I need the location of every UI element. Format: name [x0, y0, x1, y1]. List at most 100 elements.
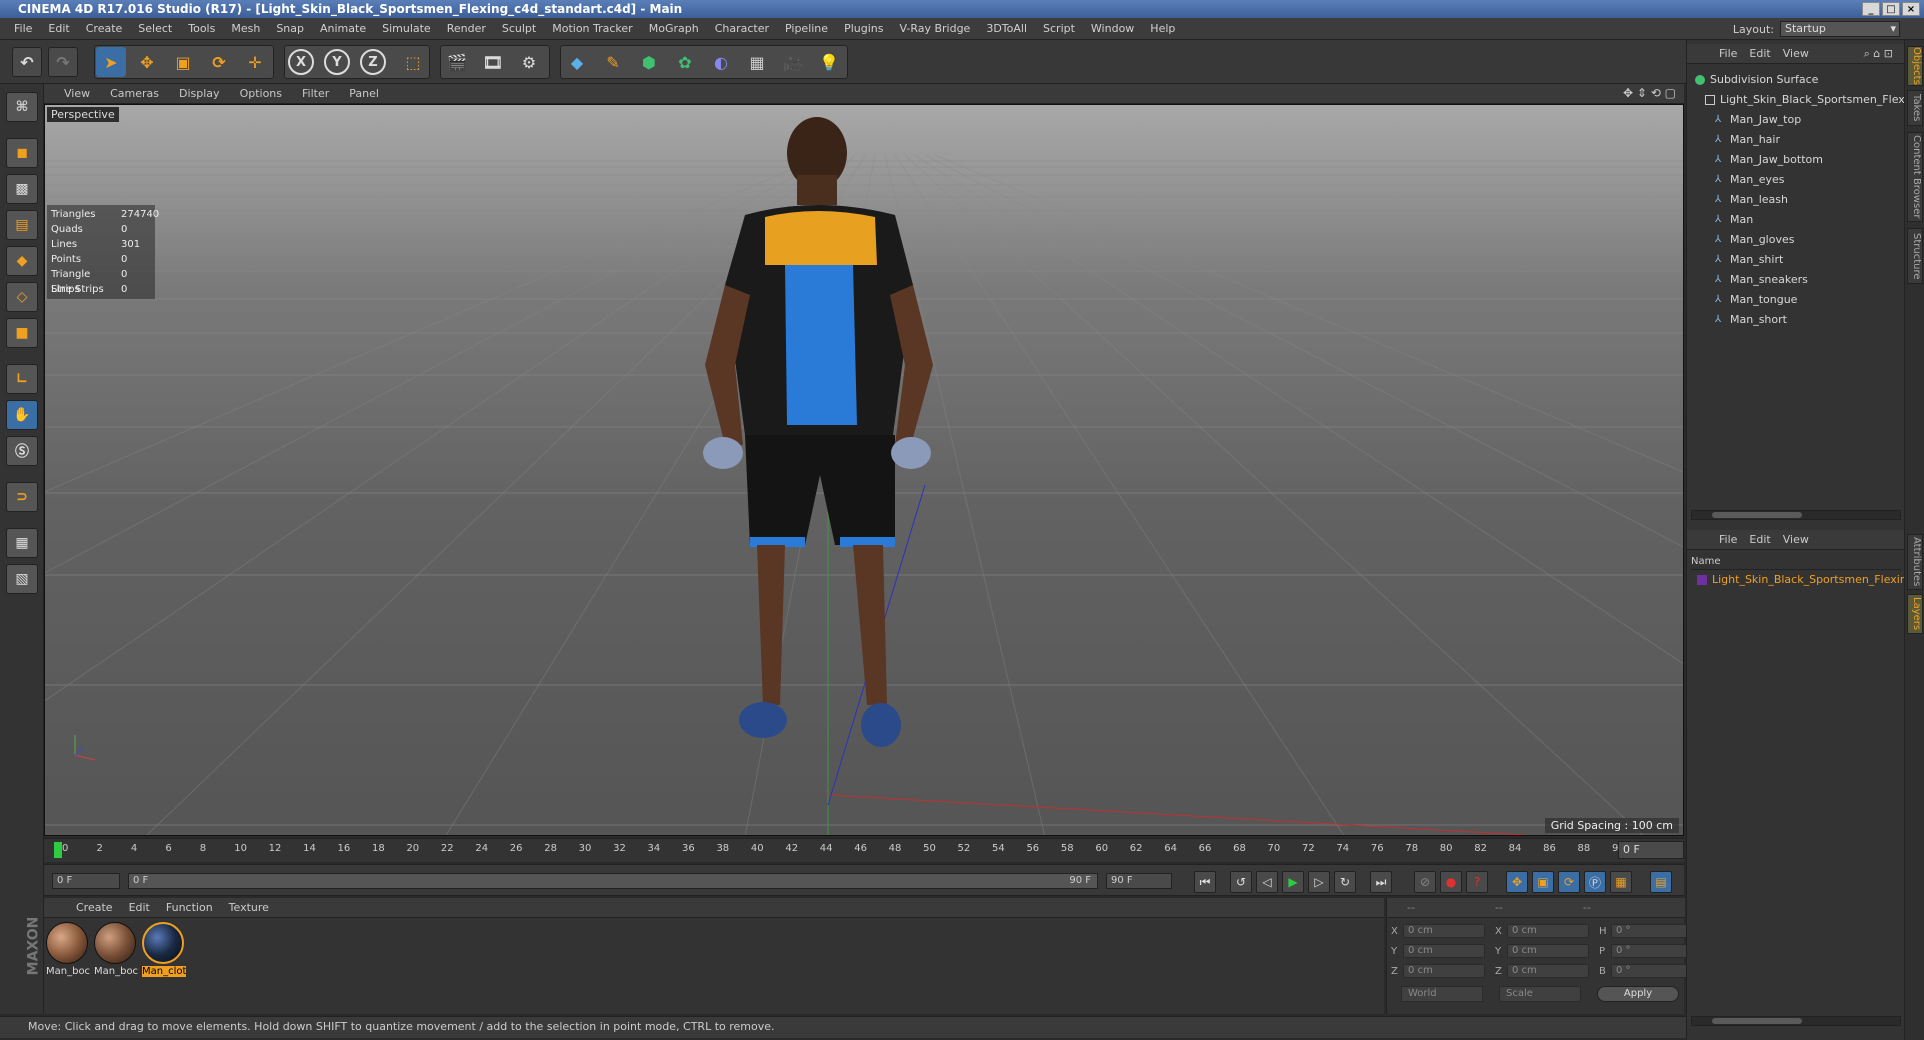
search-icon[interactable]: ⌕ ⌂ ⊡ [1864, 47, 1893, 61]
snapping-icon[interactable]: Ⓢ [6, 436, 38, 466]
menu-3dtoall[interactable]: 3DToAll [978, 22, 1035, 35]
tree-item[interactable]: ⅄ Man_sneakers [1715, 270, 1808, 289]
go-to-end-icon[interactable]: ⏭ [1370, 871, 1392, 893]
render-settings-icon[interactable]: ⚙ [514, 47, 544, 77]
size-y-field[interactable]: 0 cm [1507, 944, 1589, 958]
render-view-icon[interactable]: 🎬 [442, 47, 472, 77]
objects-menu-view[interactable]: View [1777, 47, 1815, 60]
menu-window[interactable]: Window [1083, 22, 1142, 35]
menu-snap[interactable]: Snap [268, 22, 312, 35]
tab-objects[interactable]: Objects [1907, 46, 1923, 86]
tree-item[interactable]: ⅄ Man_short [1715, 310, 1787, 329]
coordinate-system-icon[interactable]: ⬚ [398, 47, 428, 77]
workplane-align-icon[interactable]: ▧ [6, 564, 38, 594]
tree-item-subdivision[interactable]: Subdivision Surface [1695, 70, 1818, 89]
subdivision-icon[interactable]: ⬢ [634, 47, 664, 77]
tree-item[interactable]: ⅄ Man [1715, 210, 1753, 229]
menu-help[interactable]: Help [1142, 22, 1183, 35]
size-z-field[interactable]: 0 cm [1507, 964, 1589, 978]
render-picture-viewer-icon[interactable]: 🎞 [478, 47, 508, 77]
maximize-button[interactable]: □ [1882, 2, 1900, 16]
material-menu-function[interactable]: Function [158, 901, 221, 914]
start-frame-field[interactable]: 0 F [52, 873, 120, 889]
key-position-icon[interactable]: ✥ [1506, 871, 1528, 893]
tree-item[interactable]: ⅄ Man_tongue [1715, 290, 1797, 309]
position-y-field[interactable]: 0 cm [1403, 944, 1485, 958]
viewport-nav-icons[interactable]: ✥ ⇕ ⟲ ▢ [1623, 86, 1676, 100]
next-key-icon[interactable]: ↻ [1334, 871, 1356, 893]
frame-range-slider[interactable]: 0 F 90 F [128, 873, 1098, 889]
rotation-h-field[interactable]: 0 ° [1611, 924, 1693, 938]
menu-pipeline[interactable]: Pipeline [777, 22, 836, 35]
menu-script[interactable]: Script [1035, 22, 1083, 35]
tree-item[interactable]: ⅄ Man_Jaw_top [1715, 110, 1801, 129]
axis-x-button[interactable]: X [288, 49, 314, 75]
previous-frame-icon[interactable]: ◁ [1256, 871, 1278, 893]
undo-icon[interactable]: ↶ [12, 47, 42, 77]
key-pla-icon[interactable]: ▦ [1610, 871, 1632, 893]
menu-edit[interactable]: Edit [40, 22, 77, 35]
tab-structure[interactable]: Structure [1907, 228, 1923, 284]
viewport-menu-panel[interactable]: Panel [339, 87, 389, 100]
menu-file[interactable]: File [6, 22, 40, 35]
playhead-marker[interactable] [54, 842, 62, 858]
coordinate-space-dropdown[interactable]: World [1401, 986, 1483, 1002]
menu-character[interactable]: Character [707, 22, 777, 35]
tree-item[interactable]: ⅄ Man_hair [1715, 130, 1780, 149]
key-rotation-icon[interactable]: ⟳ [1558, 871, 1580, 893]
pen-spline-icon[interactable]: ✎ [598, 47, 628, 77]
object-manager-scrollbar[interactable] [1691, 510, 1901, 520]
tree-item[interactable]: ⅄ Man_gloves [1715, 230, 1794, 249]
workplane-mode-icon[interactable]: ▤ [6, 210, 38, 240]
key-scale-icon[interactable]: ▣ [1532, 871, 1554, 893]
move-icon[interactable]: ✥ [132, 47, 162, 77]
material-swatch[interactable]: Man_boc [46, 922, 90, 977]
cube-icon[interactable]: ◆ [562, 47, 592, 77]
end-frame-field[interactable]: 90 F [1106, 873, 1172, 889]
menu-plugins[interactable]: Plugins [836, 22, 891, 35]
redo-icon[interactable]: ↷ [48, 47, 78, 77]
viewport-menu-view[interactable]: View [54, 87, 100, 100]
motion-record-icon[interactable]: ⊘ [1414, 871, 1436, 893]
size-x-field[interactable]: 0 cm [1507, 924, 1589, 938]
menu-tools[interactable]: Tools [180, 22, 223, 35]
tree-item-group[interactable]: Light_Skin_Black_Sportsmen_Flexin [1705, 90, 1915, 109]
menu-simulate[interactable]: Simulate [374, 22, 439, 35]
tab-content-browser[interactable]: Content Browser [1907, 132, 1923, 222]
tree-item[interactable]: ⅄ Man_eyes [1715, 170, 1784, 189]
menu-animate[interactable]: Animate [312, 22, 374, 35]
workplane-lock-icon[interactable]: ▦ [6, 528, 38, 558]
objects-menu-file[interactable]: File [1713, 47, 1743, 60]
rotation-b-field[interactable]: 0 ° [1611, 964, 1693, 978]
material-swatch-selected[interactable]: Man_clot [142, 922, 186, 977]
model-mode-icon[interactable]: ◼ [6, 138, 38, 168]
texture-mode-icon[interactable]: ▩ [6, 174, 38, 204]
size-mode-dropdown[interactable]: Scale [1499, 986, 1581, 1002]
menu-select[interactable]: Select [130, 22, 180, 35]
play-icon[interactable]: ▶ [1282, 871, 1304, 893]
magnet-icon[interactable]: ⊃ [6, 482, 38, 512]
layer-manager-scrollbar[interactable] [1691, 1016, 1901, 1026]
rotation-p-field[interactable]: 0 ° [1611, 944, 1693, 958]
axis-mode-icon[interactable]: ∟ [6, 364, 38, 394]
autokey-icon[interactable]: ? [1466, 871, 1488, 893]
layer-item[interactable]: Light_Skin_Black_Sportsmen_Flexing [1697, 570, 1914, 589]
current-frame-field[interactable]: 0 F [1618, 841, 1684, 859]
layout-dropdown[interactable]: Startup ▾ [1780, 21, 1900, 37]
polygons-mode-icon[interactable]: ■ [6, 318, 38, 348]
minimize-button[interactable]: _ [1862, 2, 1880, 16]
viewport-menu-filter[interactable]: Filter [292, 87, 339, 100]
tab-layers[interactable]: Layers [1907, 594, 1923, 634]
menu-render[interactable]: Render [439, 22, 494, 35]
edges-mode-icon[interactable]: ◇ [6, 282, 38, 312]
select-arrow-icon[interactable]: ➤ [96, 47, 126, 77]
light-icon[interactable]: 💡 [814, 47, 844, 77]
previous-key-icon[interactable]: ↺ [1230, 871, 1252, 893]
material-menu-create[interactable]: Create [68, 901, 121, 914]
next-frame-icon[interactable]: ▷ [1308, 871, 1330, 893]
layers-menu-file[interactable]: File [1713, 533, 1743, 546]
menu-mograph[interactable]: MoGraph [641, 22, 707, 35]
tab-attributes[interactable]: Attributes [1907, 534, 1923, 590]
array-icon[interactable]: ✿ [670, 47, 700, 77]
layers-menu-view[interactable]: View [1777, 533, 1815, 546]
